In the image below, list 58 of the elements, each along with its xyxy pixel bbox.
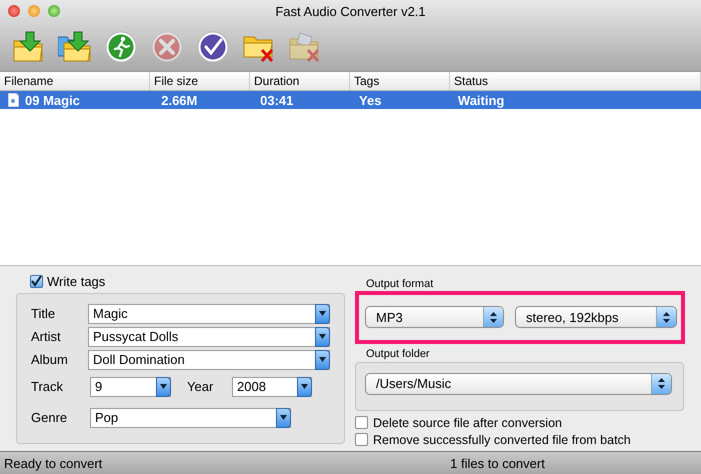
- field-label: Artist: [31, 329, 62, 344]
- table-cell-text: Waiting: [456, 92, 506, 108]
- checkbox[interactable]: [30, 274, 43, 288]
- quality-dropdown[interactable]: stereo, 192kbps: [515, 306, 677, 328]
- close-button[interactable]: [8, 5, 20, 17]
- field-label: Album: [31, 352, 69, 368]
- tag-combo-field[interactable]: 9: [90, 376, 171, 397]
- checkmark-icon: [197, 31, 229, 63]
- dropdown-arrow-icon: [280, 415, 287, 420]
- format-dropdown[interactable]: MP3: [365, 306, 504, 328]
- field-label: Track: [31, 379, 64, 394]
- folder-document-cross-icon: [288, 31, 322, 63]
- field-label: Year: [187, 379, 214, 394]
- status-text: Ready to convert: [4, 456, 102, 471]
- tag-combo-field[interactable]: Magic: [88, 304, 330, 324]
- runner-icon: [105, 31, 137, 63]
- column-header[interactable]: Status: [450, 72, 701, 90]
- file-row[interactable]: 09 Magic 2.66M 03:41 Yes Waiting: [0, 91, 701, 110]
- column-header[interactable]: Duration: [250, 72, 350, 90]
- up-down-arrows-icon: [658, 378, 665, 390]
- column-header[interactable]: File size: [150, 72, 250, 90]
- dropdown-arrow-icon: [319, 311, 326, 316]
- up-down-arrows-icon: [490, 312, 497, 323]
- checkbox-label: Write tags: [47, 274, 106, 289]
- start-button[interactable]: [104, 30, 138, 64]
- tag-combo-field[interactable]: Doll Domination: [88, 350, 330, 370]
- window-title: Fast Audio Converter v2.1: [275, 4, 426, 19]
- checkmark-icon: [31, 276, 42, 287]
- tag-combo-field[interactable]: 2008: [232, 376, 312, 397]
- up-down-arrows-icon: [663, 312, 670, 323]
- section-label: Output format: [366, 278, 434, 290]
- table-cell-text: Yes: [358, 92, 382, 108]
- table-cell-text: 2.66M: [160, 92, 198, 108]
- checkbox-label: Delete source file after conversion: [373, 416, 562, 430]
- audio-file-icon: [8, 93, 19, 108]
- tag-combo-field[interactable]: Pop: [90, 408, 291, 428]
- field-label: Genre: [31, 410, 68, 426]
- add-folder-button[interactable]: [58, 30, 92, 64]
- zoom-button[interactable]: [48, 5, 60, 17]
- dropdown-arrow-icon: [160, 384, 167, 390]
- folders-arrow-icon: [58, 31, 92, 63]
- cancel-icon: [151, 31, 183, 63]
- check-button[interactable]: [196, 30, 230, 64]
- dropdown-arrow-icon: [319, 334, 326, 340]
- file-count-text: 1 files to convert: [450, 456, 545, 471]
- column-header[interactable]: Filename: [0, 72, 150, 90]
- field-label: Title: [31, 306, 56, 322]
- checkbox[interactable]: [355, 416, 368, 430]
- checkbox-label: Remove successfully converted file from batch: [373, 432, 631, 447]
- dropdown-arrow-icon: [301, 384, 308, 390]
- dropdown-arrow-icon: [319, 357, 326, 362]
- folder-dropdown[interactable]: /Users/Music: [365, 372, 672, 395]
- column-header[interactable]: Tags: [350, 72, 450, 90]
- checkbox[interactable]: [355, 433, 368, 446]
- section-label: Output folder: [366, 348, 430, 360]
- table-cell-text: 03:41: [259, 92, 294, 108]
- table-cell: 09 Magic: [25, 92, 80, 108]
- tag-combo-field[interactable]: Pussycat Dolls: [88, 326, 330, 347]
